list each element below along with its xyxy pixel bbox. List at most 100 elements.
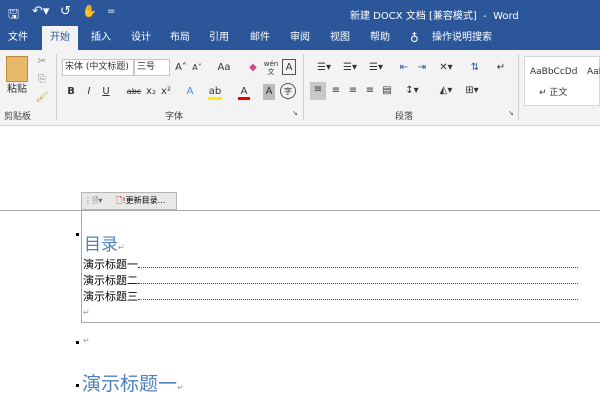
paragraph-bullet-marker	[76, 384, 79, 387]
separator	[303, 54, 304, 120]
chinese-layout-icon[interactable]: ✕▾	[436, 60, 456, 76]
tab-help[interactable]: 帮助	[362, 26, 398, 50]
clipboard-group-label: 剪贴板	[4, 112, 32, 122]
paragraph-group-label: 段落	[395, 112, 414, 122]
paragraph-bullet-marker	[76, 233, 79, 236]
toc-leader-dots	[138, 274, 578, 284]
underline-button[interactable]: U	[101, 84, 111, 100]
show-formatting-icon[interactable]: ↵	[494, 60, 508, 76]
tab-layout[interactable]: 布局	[162, 26, 198, 50]
paste-icon[interactable]	[6, 56, 28, 82]
tab-file[interactable]: 文件	[0, 26, 36, 50]
align-left-icon[interactable]: ≡	[310, 82, 326, 100]
style-next-sample[interactable]: AaB	[587, 67, 600, 77]
toc-toolbar: ⋮ 🗎▾ 🗋!更新目录...	[81, 192, 177, 210]
style-normal-label[interactable]: ↵ 正文	[539, 85, 567, 98]
font-dialog-launcher-icon[interactable]: ↘	[292, 109, 298, 117]
toc-leader-dots	[138, 258, 578, 268]
bullets-icon[interactable]: ☰▾	[312, 60, 336, 76]
cut-icon[interactable]: ✂	[34, 54, 50, 70]
ribbon: 粘贴 ✂ ⎘ 🖌 剪贴板 宋体 (中文标题) 三号 A˄ A˅ Aa ◆ wén…	[0, 50, 600, 126]
undo-icon[interactable]: ↶▾	[32, 4, 49, 19]
tell-me-search[interactable]: 操作说明搜索	[424, 26, 500, 50]
shrink-font-button[interactable]: A˅	[190, 60, 204, 76]
font-name-select[interactable]: 宋体 (中文标题)	[62, 59, 134, 76]
font-group-label: 字体	[165, 112, 184, 122]
drag-handle-icon[interactable]: ⋮	[84, 193, 92, 209]
paragraph-mark: ↵	[83, 336, 90, 345]
heading-1-text: 演示标题一	[82, 373, 178, 395]
ribbon-tabs: 文件 开始 插入 设计 布局 引用 邮件 审阅 视图 帮助 ♁ 操作说明搜索	[0, 26, 600, 50]
tab-references[interactable]: 引用	[201, 26, 237, 50]
paragraph-mark: ↵	[83, 308, 90, 317]
style-name: 正文	[549, 88, 568, 98]
paragraph-mark: ↵	[118, 243, 125, 252]
multilevel-list-icon[interactable]: ☰▾	[364, 60, 388, 76]
tab-design[interactable]: 设计	[123, 26, 159, 50]
toc-entry-text: 演示标题一	[83, 258, 138, 271]
update-icon: 🗋!	[116, 196, 126, 205]
phonetic-guide-button[interactable]: wén 文	[263, 60, 279, 76]
lightbulb-icon: ♁	[410, 31, 419, 45]
update-toc-button[interactable]: 🗋!更新目录...	[116, 193, 165, 209]
update-toc-label: 更新目录...	[125, 196, 166, 205]
justify-icon[interactable]: ≡	[363, 83, 377, 99]
paragraph-bullet-marker	[76, 341, 79, 344]
heading-1[interactable]: 演示标题一↵	[82, 369, 184, 396]
shading-icon[interactable]: ◭▾	[434, 83, 458, 99]
touch-mode-icon[interactable]: ✋	[82, 4, 97, 18]
borders-icon[interactable]: ⊞▾	[460, 83, 484, 99]
toc-leader-dots	[138, 290, 578, 300]
separator	[56, 54, 57, 120]
superscript-button[interactable]: x²	[160, 84, 172, 100]
style-normal-sample[interactable]: AaBbCcDd	[530, 67, 577, 77]
enclose-characters-button[interactable]: 字	[280, 83, 296, 99]
toc-entry-text: 演示标题三	[83, 290, 138, 303]
strikethrough-button[interactable]: abc	[126, 84, 142, 100]
align-center-icon[interactable]: ≡	[329, 83, 343, 99]
grow-font-button[interactable]: A˄	[174, 60, 188, 76]
toc-entry[interactable]: 演示标题一	[83, 258, 600, 272]
toc-entry[interactable]: 演示标题二	[83, 274, 600, 288]
window-title: 新建 DOCX 文档 [兼容模式] - Word	[350, 11, 519, 22]
format-painter-icon[interactable]: 🖌	[34, 90, 50, 106]
clear-formatting-icon[interactable]: ◆	[246, 60, 260, 76]
toc-title-text: 目录	[84, 235, 118, 255]
sort-icon[interactable]: ⇅	[468, 60, 482, 76]
customize-qat-button[interactable]: =	[107, 6, 115, 17]
text-effects-button[interactable]: A	[184, 84, 196, 100]
styles-gallery: AaBbCcDd AaB ↵ 正文	[524, 56, 600, 106]
tab-view[interactable]: 视图	[322, 26, 358, 50]
highlight-button[interactable]: ab	[208, 84, 222, 100]
change-case-button[interactable]: Aa	[212, 60, 236, 76]
character-shading-button[interactable]: A	[263, 84, 275, 100]
toc-menu-icon[interactable]: 🗎▾	[92, 193, 102, 209]
toc-entry[interactable]: 演示标题三	[83, 290, 600, 304]
redo-icon[interactable]: ↺	[60, 4, 71, 19]
separator	[518, 54, 519, 120]
toc-title: 目录↵	[84, 230, 125, 255]
tab-insert[interactable]: 插入	[83, 26, 119, 50]
paragraph-dialog-launcher-icon[interactable]: ↘	[508, 109, 514, 117]
italic-button[interactable]: I	[84, 84, 94, 100]
increase-indent-icon[interactable]: ⇥	[414, 60, 430, 76]
save-icon[interactable]: 🖫	[8, 5, 19, 27]
font-size-select[interactable]: 三号	[134, 59, 170, 76]
tab-review[interactable]: 审阅	[282, 26, 318, 50]
tab-mailings[interactable]: 邮件	[242, 26, 278, 50]
subscript-button[interactable]: x₂	[145, 84, 157, 100]
decrease-indent-icon[interactable]: ⇤	[396, 60, 412, 76]
character-border-button[interactable]: A	[282, 59, 296, 75]
line-spacing-icon[interactable]: ↕▾	[400, 83, 424, 99]
align-right-icon[interactable]: ≡	[346, 83, 360, 99]
font-color-button[interactable]: A	[238, 84, 250, 100]
bold-button[interactable]: B	[66, 84, 76, 100]
distributed-icon[interactable]: ▤	[380, 83, 394, 99]
toc-entry-text: 演示标题二	[83, 274, 138, 287]
numbering-icon[interactable]: ☰▾	[338, 60, 362, 76]
paragraph-mark: ↵	[177, 383, 184, 392]
title-bar: 🖫 ↶▾ ↺ ✋ = 新建 DOCX 文档 [兼容模式] - Word	[0, 0, 600, 26]
tab-home[interactable]: 开始	[42, 26, 78, 50]
copy-icon[interactable]: ⎘	[34, 72, 50, 88]
paste-button[interactable]: 粘贴	[4, 82, 30, 98]
